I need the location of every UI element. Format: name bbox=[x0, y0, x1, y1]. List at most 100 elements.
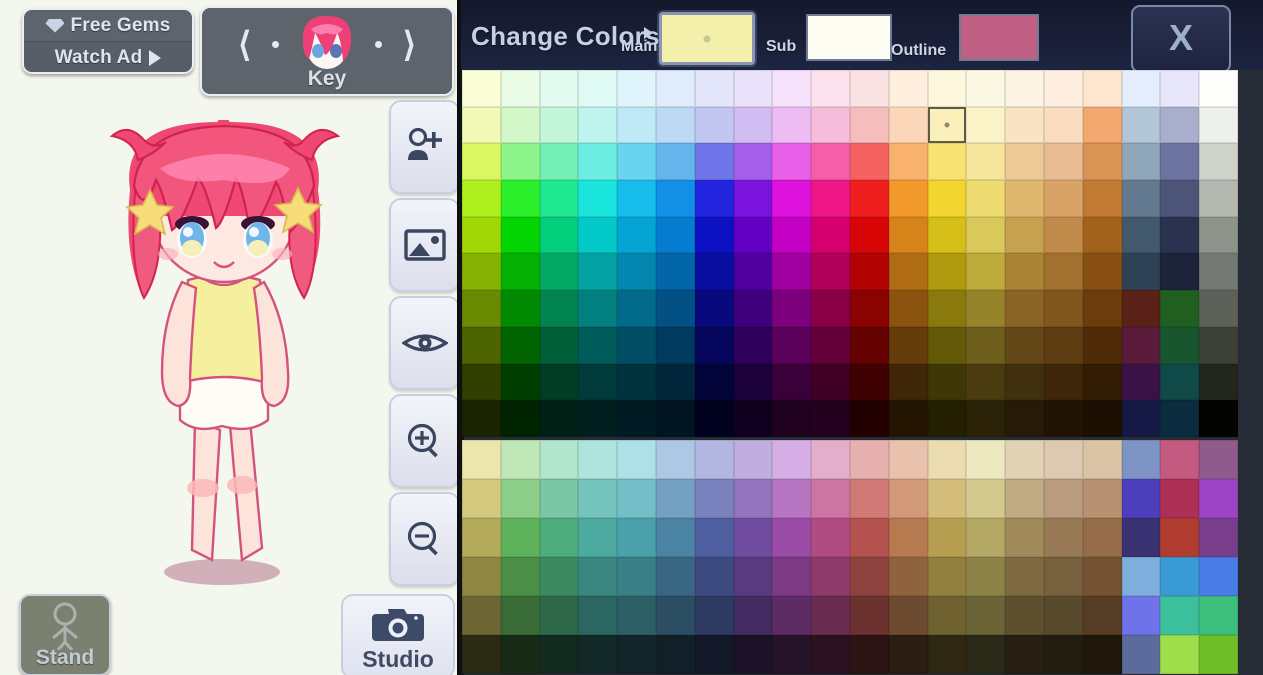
color-swatch-cell[interactable] bbox=[927, 180, 967, 217]
color-swatch-cell[interactable] bbox=[849, 290, 889, 327]
color-swatch-cell[interactable] bbox=[849, 635, 889, 674]
color-swatch-cell[interactable] bbox=[655, 253, 695, 291]
color-swatch-cell[interactable] bbox=[1121, 70, 1161, 107]
color-swatch-cell[interactable] bbox=[539, 518, 579, 557]
color-swatch-cell[interactable] bbox=[539, 106, 579, 144]
color-swatch-cell[interactable] bbox=[1043, 326, 1083, 364]
color-swatch-cell[interactable] bbox=[888, 326, 928, 364]
color-swatch-cell[interactable] bbox=[578, 400, 618, 437]
color-swatch-cell[interactable] bbox=[694, 326, 734, 364]
color-swatch-cell[interactable] bbox=[966, 635, 1006, 674]
chevron-right-icon[interactable]: ⟩ bbox=[403, 28, 416, 62]
color-swatch-cell[interactable] bbox=[966, 253, 1006, 291]
color-swatch-cell[interactable] bbox=[811, 106, 850, 144]
color-swatch-cell[interactable] bbox=[966, 440, 1006, 479]
color-swatch-cell[interactable] bbox=[888, 518, 928, 557]
color-swatch-cell[interactable] bbox=[733, 106, 773, 144]
color-swatch-cell[interactable] bbox=[1043, 253, 1083, 291]
color-swatch-cell[interactable] bbox=[1005, 363, 1044, 401]
color-swatch-cell[interactable] bbox=[1199, 106, 1238, 144]
color-swatch-cell[interactable] bbox=[888, 180, 928, 217]
color-swatch-cell[interactable] bbox=[811, 596, 850, 635]
color-swatch-cell[interactable] bbox=[462, 557, 501, 596]
color-swatch-cell[interactable] bbox=[1121, 106, 1161, 144]
color-swatch-cell[interactable] bbox=[1199, 440, 1238, 479]
color-swatch-cell[interactable] bbox=[1043, 180, 1083, 217]
color-swatch-cell[interactable] bbox=[694, 180, 734, 217]
color-swatch-cell[interactable] bbox=[462, 253, 501, 291]
color-swatch-cell[interactable] bbox=[694, 363, 734, 401]
color-swatch-cell[interactable] bbox=[500, 518, 540, 557]
color-swatch-cell[interactable] bbox=[655, 143, 695, 181]
color-swatch-cell[interactable] bbox=[927, 253, 967, 291]
color-swatch-cell[interactable] bbox=[888, 479, 928, 518]
color-swatch-cell[interactable] bbox=[655, 216, 695, 254]
color-swatch-cell[interactable] bbox=[849, 400, 889, 437]
color-swatch-cell[interactable] bbox=[655, 326, 695, 364]
color-swatch-cell[interactable] bbox=[1121, 253, 1161, 291]
color-swatch-cell[interactable] bbox=[733, 253, 773, 291]
color-swatch-cell[interactable] bbox=[1005, 440, 1044, 479]
color-swatch-cell[interactable] bbox=[1043, 596, 1083, 635]
color-swatch-cell[interactable] bbox=[1199, 290, 1238, 327]
color-swatch-cell[interactable] bbox=[1043, 440, 1083, 479]
color-swatch-cell[interactable] bbox=[733, 635, 773, 674]
outline-color-swatch[interactable] bbox=[959, 14, 1039, 61]
color-swatch-cell[interactable] bbox=[1199, 70, 1238, 107]
color-swatch-cell[interactable] bbox=[1160, 106, 1200, 144]
color-swatch-cell[interactable] bbox=[888, 635, 928, 674]
color-swatch-cell[interactable] bbox=[1082, 518, 1122, 557]
color-swatch-cell[interactable] bbox=[539, 143, 579, 181]
color-swatch-cell[interactable] bbox=[888, 400, 928, 437]
color-swatch-cell[interactable] bbox=[578, 596, 618, 635]
color-swatch-cell[interactable] bbox=[462, 216, 501, 254]
color-swatch-cell[interactable] bbox=[694, 518, 734, 557]
color-swatch-cell[interactable] bbox=[578, 216, 618, 254]
color-swatch-cell[interactable] bbox=[1082, 596, 1122, 635]
color-swatch-cell[interactable] bbox=[1199, 363, 1238, 401]
color-swatch-cell[interactable] bbox=[888, 363, 928, 401]
color-swatch-cell[interactable] bbox=[849, 596, 889, 635]
color-swatch-cell[interactable] bbox=[1082, 400, 1122, 437]
color-swatch-cell[interactable] bbox=[1005, 479, 1044, 518]
color-swatch-cell[interactable] bbox=[1043, 143, 1083, 181]
watch-ad-row[interactable]: Watch Ad bbox=[24, 41, 192, 72]
color-swatch-cell[interactable] bbox=[462, 70, 501, 107]
color-swatch-cell[interactable] bbox=[462, 326, 501, 364]
color-swatch-cell[interactable] bbox=[500, 400, 540, 437]
color-swatch-cell[interactable] bbox=[927, 326, 967, 364]
color-swatch-cell[interactable] bbox=[1199, 216, 1238, 254]
color-swatch-cell[interactable] bbox=[811, 143, 850, 181]
color-swatch-cell[interactable] bbox=[655, 70, 695, 107]
color-swatch-cell[interactable] bbox=[811, 216, 850, 254]
color-swatch-cell[interactable] bbox=[849, 557, 889, 596]
color-swatch-cell[interactable] bbox=[462, 106, 501, 144]
color-swatch-cell[interactable] bbox=[1005, 216, 1044, 254]
color-swatch-cell[interactable] bbox=[617, 400, 656, 437]
background-image-button[interactable] bbox=[389, 198, 460, 292]
color-swatch-cell[interactable] bbox=[539, 596, 579, 635]
color-swatch-cell[interactable] bbox=[927, 216, 967, 254]
color-swatch-cell[interactable] bbox=[578, 253, 618, 291]
color-swatch-cell[interactable] bbox=[617, 216, 656, 254]
zoom-out-button[interactable] bbox=[389, 492, 460, 586]
color-swatch-cell[interactable] bbox=[811, 518, 850, 557]
color-swatch-cell[interactable] bbox=[888, 557, 928, 596]
color-swatch-cell[interactable] bbox=[1082, 180, 1122, 217]
color-swatch-cell[interactable] bbox=[1082, 440, 1122, 479]
color-swatch-cell[interactable] bbox=[539, 440, 579, 479]
color-swatch-cell[interactable] bbox=[1160, 557, 1200, 596]
color-swatch-cell[interactable] bbox=[772, 440, 812, 479]
color-swatch-cell[interactable] bbox=[733, 363, 773, 401]
color-swatch-cell[interactable] bbox=[927, 400, 967, 437]
color-swatch-cell[interactable] bbox=[733, 596, 773, 635]
color-swatch-cell[interactable] bbox=[655, 180, 695, 217]
color-swatch-cell[interactable] bbox=[733, 326, 773, 364]
color-swatch-cell[interactable] bbox=[617, 479, 656, 518]
color-swatch-cell[interactable] bbox=[733, 479, 773, 518]
color-swatch-cell[interactable] bbox=[500, 216, 540, 254]
color-swatch-cell[interactable] bbox=[617, 363, 656, 401]
color-swatch-cell[interactable] bbox=[1082, 143, 1122, 181]
color-swatch-cell[interactable] bbox=[500, 440, 540, 479]
color-swatch-cell[interactable] bbox=[733, 518, 773, 557]
